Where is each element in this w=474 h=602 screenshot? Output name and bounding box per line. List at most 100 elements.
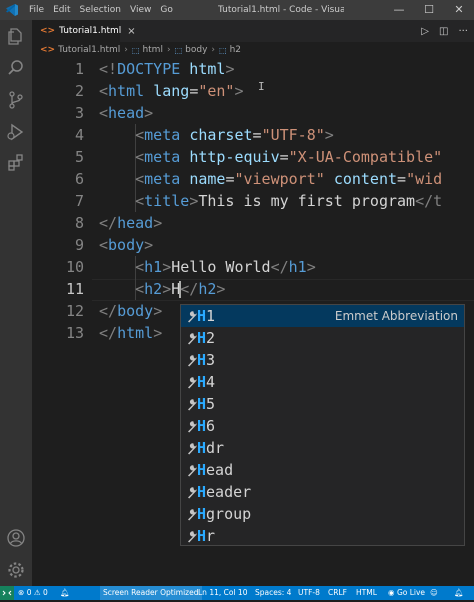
suggestion-item[interactable]: Hdr <box>181 437 464 459</box>
chevron-right-icon: › <box>211 45 216 55</box>
suggestion-item[interactable]: Hgroup <box>181 503 464 525</box>
element-icon: ⬚ <box>131 45 140 55</box>
suggestion-item[interactable]: Head <box>181 459 464 481</box>
problems-indicator[interactable]: ⊗ 0 ⚠ 0 <box>18 586 48 600</box>
match-highlight: H <box>197 351 207 369</box>
maximize-button[interactable]: ☐ <box>414 0 444 20</box>
code-line: 2 <html lang="en"> <box>32 80 474 102</box>
go-live-button[interactable]: ◉ Go Live <box>388 586 425 600</box>
suggestion-item[interactable]: Header <box>181 481 464 503</box>
suggestion-item[interactable]: H1 Emmet Abbreviation <box>181 305 464 327</box>
remote-indicator[interactable] <box>0 586 14 600</box>
end-of-line[interactable]: CRLF <box>328 586 347 600</box>
warning-icon: ⚠ <box>33 588 41 597</box>
line-number: 6 <box>74 170 84 188</box>
code-text: <meta http-equiv="X-UA-Compatible" <box>135 148 443 166</box>
status-bar: ⊗ 0 ⚠ 0 🔔︎ Screen Reader Optimized Ln 11… <box>0 586 474 600</box>
match-highlight: H <box>197 505 207 523</box>
breadcrumb-file[interactable]: Tutorial1.html <box>58 45 120 55</box>
tab-tutorial1-html[interactable]: <> Tutorial1.html × <box>32 20 136 42</box>
breadcrumb-html[interactable]: html <box>142 45 163 55</box>
suggestion-label: Hgroup <box>197 503 251 525</box>
element-icon: ⬚ <box>174 45 183 55</box>
source-control-icon[interactable] <box>6 90 26 110</box>
menu-go[interactable]: Go <box>160 5 172 15</box>
line-number: 8 <box>74 214 84 232</box>
code-text: </body> <box>99 302 163 320</box>
bell-icon[interactable]: 🔔︎ <box>60 586 70 600</box>
line-number: 11 <box>65 280 84 298</box>
more-actions-icon[interactable]: ··· <box>458 26 468 37</box>
line-number: 3 <box>74 104 84 122</box>
suggestion-label: Head <box>197 459 233 481</box>
menu-edit[interactable]: Edit <box>53 5 70 15</box>
manage-gear-icon[interactable] <box>6 560 26 580</box>
line-number: 12 <box>65 302 84 320</box>
suggestion-item[interactable]: H2 <box>181 327 464 349</box>
suggestion-item[interactable]: H4 <box>181 371 464 393</box>
close-window-button[interactable]: ✕ <box>444 0 474 20</box>
feedback-icon[interactable]: ☺ <box>430 586 438 600</box>
run-icon[interactable]: ▷ <box>421 26 429 37</box>
close-tab-icon[interactable]: × <box>127 26 135 37</box>
suggestion-rest: 2 <box>206 329 216 347</box>
line-number: 5 <box>74 148 84 166</box>
code-text: <h2>H</h2> <box>135 280 226 298</box>
minimize-button[interactable]: — <box>384 0 414 20</box>
suggestion-rest: 4 <box>206 373 216 391</box>
line-number: 7 <box>74 192 84 210</box>
code-text: </head> <box>99 214 163 232</box>
code-text: <h1>Hello World</h1> <box>135 258 316 276</box>
cursor-position[interactable]: Ln 11, Col 10 <box>198 586 247 600</box>
autocomplete-suggest-widget[interactable]: H1 Emmet Abbreviation H2 H3 H4 H5 H6 Hdr Head Hea… <box>180 304 465 546</box>
code-text: <head> <box>99 104 154 122</box>
screen-reader-status[interactable]: Screen Reader Optimized <box>100 586 202 600</box>
breadcrumb-body[interactable]: body <box>185 45 207 55</box>
tab-label: Tutorial1.html <box>59 26 122 36</box>
menu-selection[interactable]: Selection <box>80 5 121 15</box>
menu-file[interactable]: File <box>29 5 44 15</box>
line-number: 13 <box>65 324 84 342</box>
run-debug-icon[interactable] <box>6 122 26 142</box>
encoding[interactable]: UTF-8 <box>298 586 320 600</box>
html-file-icon: <> <box>40 45 56 55</box>
wrench-snippet-icon <box>188 421 197 433</box>
account-icon[interactable] <box>6 528 26 548</box>
suggestion-label: H4 <box>197 371 215 393</box>
html-file-icon: <> <box>40 26 56 36</box>
wrench-snippet-icon <box>188 333 197 345</box>
tab-bar: <> Tutorial1.html × ▷ ◫ ··· <box>32 20 474 42</box>
search-icon[interactable] <box>6 58 26 78</box>
suggestion-label: H6 <box>197 415 215 437</box>
wrench-snippet-icon <box>188 355 197 367</box>
suggestion-rest: group <box>206 505 252 523</box>
match-highlight: H <box>197 527 207 545</box>
code-line: 1 <!DOCTYPE html> <box>32 58 474 80</box>
match-highlight: H <box>197 461 207 479</box>
extensions-icon[interactable] <box>6 152 26 172</box>
suggestion-item[interactable]: H3 <box>181 349 464 371</box>
code-line: 9 <body> <box>32 234 474 256</box>
split-editor-icon[interactable]: ◫ <box>439 26 448 37</box>
suggestion-rest: 5 <box>206 395 216 413</box>
indentation[interactable]: Spaces: 4 <box>255 586 291 600</box>
language-mode[interactable]: HTML <box>356 586 377 600</box>
editor-actions: ▷ ◫ ··· <box>411 20 468 42</box>
suggestion-label: H1 <box>197 305 215 327</box>
suggestion-item[interactable]: H5 <box>181 393 464 415</box>
vscode-logo-icon <box>6 4 18 16</box>
notifications-icon[interactable]: 🔔︎ <box>454 586 464 600</box>
menu-view[interactable]: View <box>130 5 151 15</box>
match-highlight: H <box>197 483 207 501</box>
suggestion-item[interactable]: Hr <box>181 525 464 545</box>
wrench-snippet-icon <box>188 377 197 389</box>
suggestion-item[interactable]: H6 <box>181 415 464 437</box>
line-number: 10 <box>65 258 84 276</box>
chevron-right-icon: › <box>166 45 171 55</box>
explorer-icon[interactable] <box>6 26 26 46</box>
breadcrumb-h2[interactable]: h2 <box>230 45 241 55</box>
wrench-snippet-icon <box>188 399 197 411</box>
suggestion-rest: ead <box>206 461 234 479</box>
wrench-snippet-icon <box>188 465 197 477</box>
suggestion-rest: eader <box>206 483 252 501</box>
